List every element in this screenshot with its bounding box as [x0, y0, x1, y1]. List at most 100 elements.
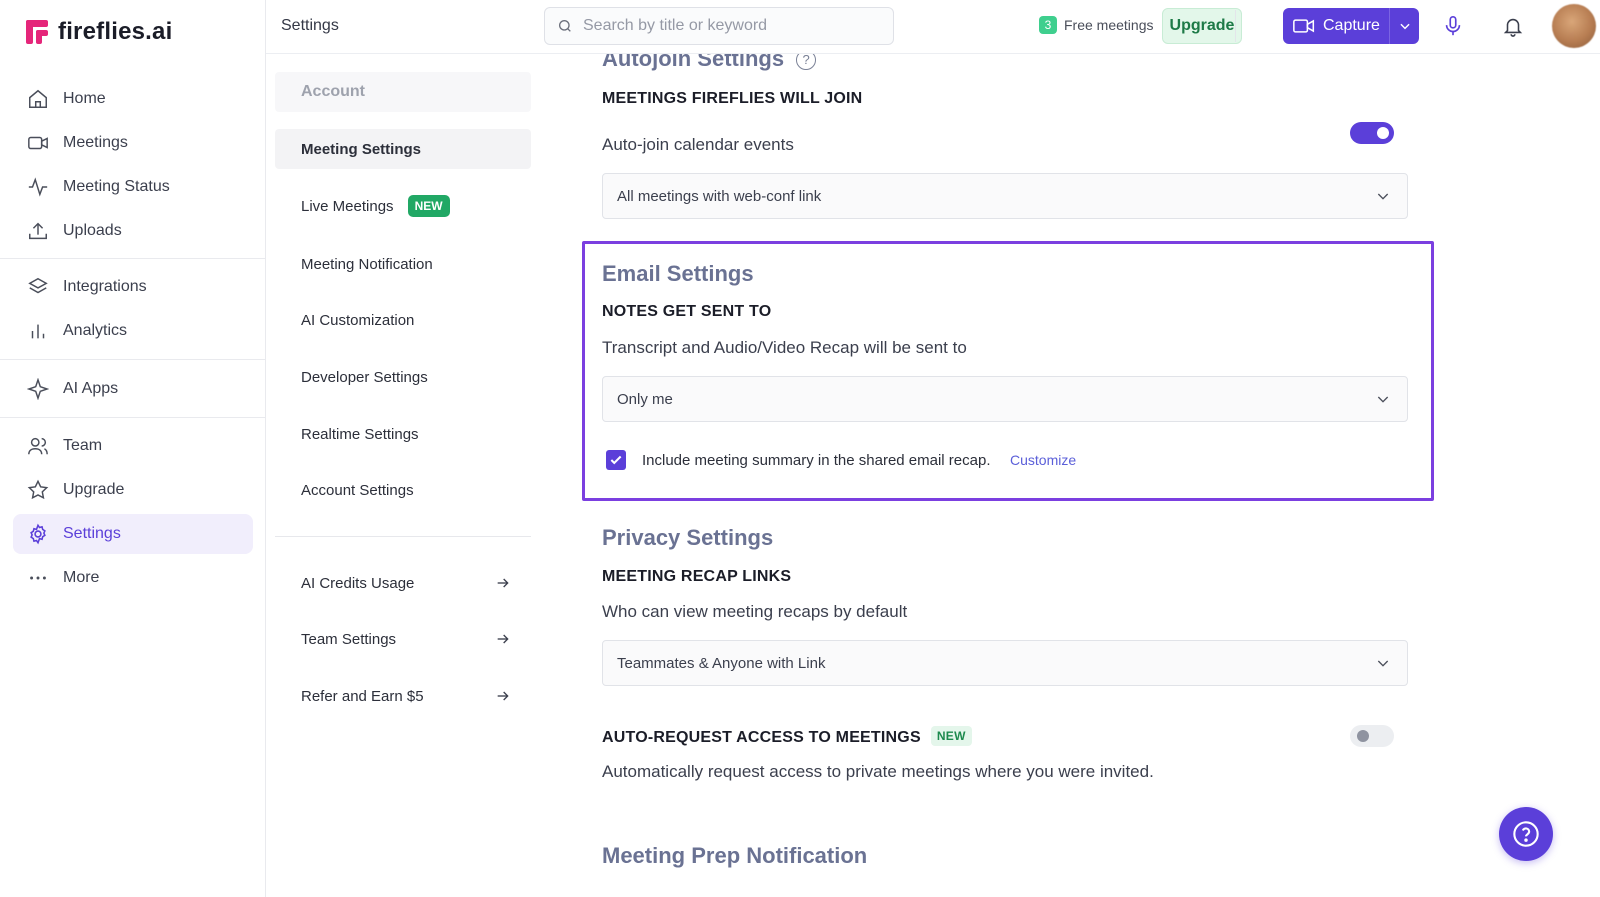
autojoin-toggle[interactable] [1350, 122, 1394, 144]
layers-icon [28, 277, 48, 294]
fireflies-logo-icon [26, 20, 48, 44]
sidebar-item-settings[interactable]: Settings [13, 514, 253, 554]
microphone-icon[interactable] [1442, 14, 1464, 38]
page-title: Settings [281, 17, 339, 34]
primary-nav: Home Meetings Meeting Status Uploads [13, 79, 253, 255]
subnav-item-meeting-notification[interactable]: Meeting Notification [275, 244, 531, 284]
subnav-link-refer-and-earn[interactable]: Refer and Earn $5 [275, 676, 531, 716]
free-meetings-label: Free meetings [1064, 17, 1154, 33]
arrow-right-icon [497, 634, 509, 644]
sidebar-item-meeting-status[interactable]: Meeting Status [13, 167, 253, 207]
subnav-item-realtime-settings[interactable]: Realtime Settings [275, 414, 531, 454]
home-icon [29, 89, 47, 108]
pulse-icon [28, 177, 48, 197]
subnav-item-label: Developer Settings [301, 368, 428, 386]
search-box[interactable] [544, 7, 894, 45]
subnav-divider [275, 536, 531, 537]
nav-divider [0, 417, 266, 418]
sidebar-item-label: Team [63, 437, 103, 454]
nav-divider [0, 258, 266, 259]
sidebar-item-label: AI Apps [63, 380, 119, 397]
subnav-item-ai-customization[interactable]: AI Customization [275, 300, 531, 340]
autojoin-select-value: All meetings with web-conf link [617, 187, 822, 205]
subnav-link-ai-credits-usage[interactable]: AI Credits Usage [275, 563, 531, 603]
sidebar-item-ai-apps[interactable]: AI Apps [13, 369, 253, 409]
recap-links-select[interactable]: Teammates & Anyone with Link [602, 640, 1408, 686]
customize-link[interactable]: Customize [1010, 452, 1076, 468]
chevron-down-icon [1399, 23, 1410, 30]
subnav-item-label: Live Meetings [301, 197, 394, 215]
sidebar-item-label: Integrations [63, 278, 147, 295]
sidebar-item-label: Home [63, 90, 106, 107]
help-circle-icon [1513, 821, 1539, 847]
sidebar-item-team[interactable]: Team [13, 426, 253, 466]
include-summary-label: Include meeting summary in the shared em… [642, 452, 991, 469]
nav-divider [0, 359, 266, 360]
privacy-description: Who can view meeting recaps by default [602, 602, 908, 621]
capture-dropdown-button[interactable] [1389, 8, 1419, 44]
auto-request-toggle[interactable] [1350, 725, 1394, 747]
topbar: Settings 3 Free meetings Upgrade Capture [266, 0, 1600, 54]
subnav-item-meeting-settings[interactable]: Meeting Settings [275, 129, 531, 169]
gear-icon [30, 523, 46, 545]
subnav-link-label: Team Settings [301, 630, 397, 648]
arrow-right-icon [497, 578, 509, 588]
settings-subnav: Account Meeting Settings Live Meetings N… [266, 54, 540, 897]
search-input[interactable] [583, 17, 873, 35]
email-select-value: Only me [617, 390, 673, 408]
email-description: Transcript and Audio/Video Recap will be… [602, 338, 967, 357]
email-recipient-select[interactable]: Only me [602, 376, 1408, 422]
autojoin-heading: MEETINGS FIREFLIES WILL JOIN [602, 90, 863, 107]
subnav-link-label: Refer and Earn $5 [301, 687, 424, 705]
chevron-down-icon [1377, 660, 1389, 667]
subnav-item-label: Account Settings [301, 481, 414, 499]
sidebar-item-upgrade[interactable]: Upgrade [13, 470, 253, 510]
autojoin-select[interactable]: All meetings with web-conf link [602, 173, 1408, 219]
sidebar-item-integrations[interactable]: Integrations [13, 267, 253, 307]
sidebar-item-uploads[interactable]: Uploads [13, 211, 253, 251]
sidebar-item-label: Meeting Status [63, 178, 170, 195]
help-circle-icon[interactable]: ? [796, 54, 817, 70]
avatar[interactable] [1552, 4, 1596, 48]
sidebar-item-label: More [63, 569, 100, 586]
capture-button[interactable]: Capture [1283, 8, 1389, 44]
topbar-divider [1235, 10, 1236, 42]
new-badge: NEW [930, 726, 972, 746]
subnav-item-live-meetings[interactable]: Live Meetings NEW [275, 186, 531, 226]
privacy-heading: MEETING RECAP LINKS [602, 568, 792, 585]
free-meetings-count: 3 [1039, 16, 1057, 34]
sidebar-item-label: Meetings [63, 134, 128, 151]
subnav-link-team-settings[interactable]: Team Settings [275, 619, 531, 659]
account-nav: Team Upgrade Settings More [13, 426, 253, 602]
recap-links-select-value: Teammates & Anyone with Link [617, 654, 826, 672]
bar-chart-icon [31, 324, 45, 339]
subnav-item-account-settings[interactable]: Account Settings [275, 470, 531, 510]
email-settings-title: Email Settings [602, 261, 754, 286]
check-icon [610, 455, 622, 465]
chevron-down-icon [1377, 396, 1389, 403]
logo[interactable]: fireflies.ai [26, 18, 172, 46]
sidebar-item-meetings[interactable]: Meetings [13, 123, 253, 163]
sidebar-item-home[interactable]: Home [13, 79, 253, 119]
subnav-item-label: Realtime Settings [301, 425, 419, 443]
ai-nav: AI Apps [13, 369, 253, 413]
chevron-down-icon [1377, 193, 1389, 200]
bell-icon[interactable] [1502, 14, 1524, 38]
upload-icon [29, 222, 47, 240]
capture-label: Capture [1323, 17, 1380, 34]
search-icon [559, 20, 571, 32]
subnav-item-label: Meeting Settings [301, 140, 422, 158]
sparkle-icon [27, 378, 49, 400]
email-heading: NOTES GET SENT TO [602, 303, 772, 320]
help-button[interactable] [1499, 807, 1553, 861]
include-summary-checkbox[interactable] [606, 450, 626, 470]
sidebar-item-label: Analytics [63, 322, 128, 339]
privacy-settings-title: Privacy Settings [602, 525, 774, 550]
subnav-item-developer-settings[interactable]: Developer Settings [275, 357, 531, 397]
upgrade-button[interactable]: Upgrade [1162, 8, 1242, 44]
users-icon [28, 437, 48, 455]
sidebar-item-analytics[interactable]: Analytics [13, 311, 253, 351]
new-badge: NEW [407, 195, 450, 217]
arrow-right-icon [497, 691, 509, 701]
sidebar-item-more[interactable]: More [13, 558, 253, 598]
